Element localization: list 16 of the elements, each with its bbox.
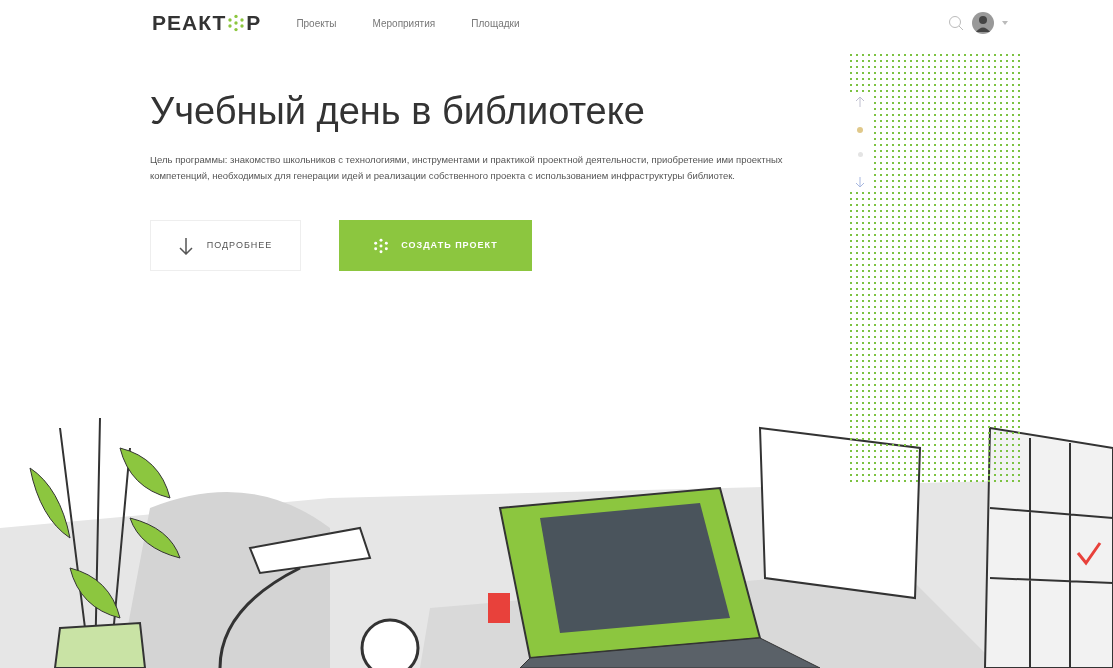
down-arrow-icon — [178, 236, 193, 255]
up-arrow-icon[interactable] — [855, 96, 865, 108]
logo-text: Р — [246, 10, 261, 37]
logo-text: РЕАКТ — [152, 10, 227, 37]
more-button[interactable]: ПОДРОБНЕЕ — [150, 220, 301, 271]
dots-icon — [227, 14, 246, 32]
avatar-icon[interactable] — [972, 12, 994, 34]
nav-link[interactable]: Мероприятия — [372, 15, 436, 31]
search-icon[interactable] — [948, 15, 964, 31]
nav-link[interactable]: Площадки — [471, 15, 520, 31]
nav-link[interactable]: Проекты — [296, 15, 337, 31]
down-arrow-icon[interactable] — [855, 176, 865, 188]
dots-icon — [373, 237, 390, 254]
description-text: Цель программы: знакомство школьников с технологиями, инструментами и практикой проектной деятельности, приобретение ими проектных компетенций, необходимых для генерации идей и реализации собственного проекта с использованием инфраструктуры библиотек. — [150, 153, 784, 183]
page-title: Учебный день в библиотеке — [150, 92, 645, 130]
caret-icon[interactable] — [1002, 21, 1008, 25]
